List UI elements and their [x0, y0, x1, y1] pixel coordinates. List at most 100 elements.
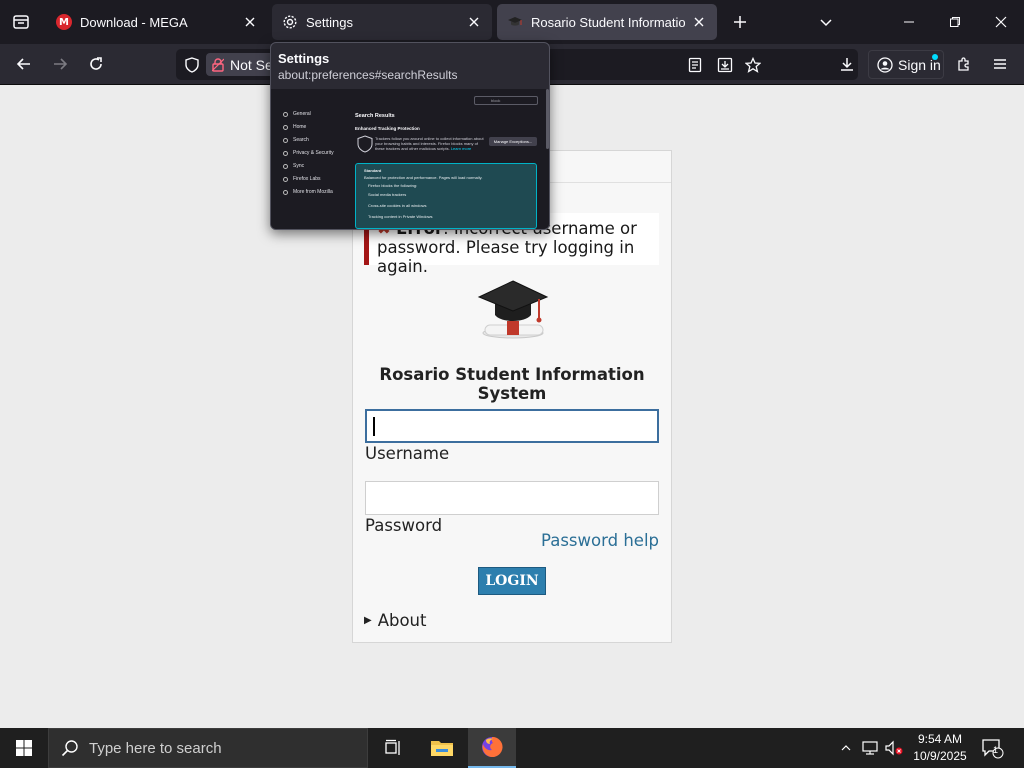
- folder-icon: [431, 741, 453, 756]
- volume-muted-icon[interactable]: [884, 738, 904, 758]
- menu-button[interactable]: [985, 50, 1015, 78]
- tab-settings[interactable]: Settings: [272, 4, 492, 40]
- login-button[interactable]: LOGIN: [478, 567, 546, 595]
- back-button[interactable]: [9, 50, 39, 78]
- extensions-button[interactable]: [949, 50, 979, 78]
- reader-view-icon[interactable]: [684, 54, 706, 76]
- gear-icon: [283, 15, 297, 29]
- about-toggle[interactable]: ▶ About: [364, 611, 427, 630]
- tracking-protection-shield-icon[interactable]: [182, 55, 202, 75]
- username-field[interactable]: [365, 409, 659, 443]
- new-tab-button[interactable]: [726, 8, 754, 36]
- close-window-button[interactable]: [978, 0, 1024, 44]
- graduation-cap-logo: [477, 277, 549, 345]
- password-label: Password: [365, 516, 443, 535]
- account-icon: [877, 56, 893, 73]
- list-all-tabs-button[interactable]: [812, 8, 840, 36]
- text-caret: [373, 417, 375, 436]
- system-clock[interactable]: 9:54 AM 10/9/2025: [908, 731, 972, 765]
- hamburger-icon: [994, 59, 1006, 69]
- preview-heading: Search Results: [355, 113, 395, 119]
- close-icon: [995, 16, 1007, 28]
- task-view-icon: [385, 739, 400, 755]
- preview-manage-button: Manage Exceptions...: [489, 137, 537, 146]
- windows-logo-icon: [16, 740, 32, 756]
- connection-label: Not Se: [230, 56, 273, 73]
- chevron-down-icon: [820, 19, 832, 27]
- lock-broken-icon: [212, 57, 224, 72]
- firefox-view-button[interactable]: [0, 0, 42, 44]
- notification-count: 1: [993, 745, 999, 755]
- forward-button[interactable]: [45, 50, 75, 78]
- notification-icon: [982, 739, 1004, 759]
- arrow-right-icon: [54, 58, 68, 70]
- tab-title: Download - MEGA: [80, 14, 188, 30]
- arrow-left-icon: [16, 58, 30, 70]
- preview-thumbnail: block General Home Search Privacy & Secu…: [271, 89, 549, 229]
- preview-standard-option: Standard Balanced for protection and per…: [355, 163, 537, 229]
- password-input[interactable]: [366, 482, 658, 514]
- about-label: About: [377, 611, 427, 630]
- disclosure-triangle-icon: ▶: [364, 615, 372, 626]
- close-tab-icon[interactable]: [691, 14, 707, 30]
- preview-search-field: block: [474, 96, 538, 105]
- notification-dot: [932, 54, 938, 60]
- preview-section: Enhanced Tracking Protection: [355, 126, 420, 131]
- clock-date: 10/9/2025: [913, 749, 967, 763]
- username-input[interactable]: [367, 411, 657, 441]
- tab-preview-popup: Settings about:preferences#searchResults…: [270, 42, 550, 230]
- preview-description: Trackers follow you around online to col…: [375, 136, 484, 151]
- minimize-icon: [904, 21, 914, 23]
- clock-time: 9:54 AM: [917, 732, 963, 746]
- taskbar-search-box[interactable]: Type here to search: [48, 728, 368, 768]
- preview-nav-item: Search: [283, 137, 353, 143]
- action-center-button[interactable]: 1: [978, 736, 1006, 760]
- reload-icon: [90, 57, 102, 70]
- mega-icon: M: [56, 14, 72, 30]
- preview-title: Settings: [278, 51, 330, 66]
- preview-nav-item: General: [283, 111, 353, 117]
- tab-bar: M Download - MEGA Settings Rosario Stude…: [0, 0, 1024, 44]
- file-explorer-button[interactable]: [418, 728, 466, 768]
- search-icon: [61, 740, 78, 757]
- save-page-icon[interactable]: [714, 54, 736, 76]
- plus-icon: [734, 16, 746, 28]
- task-view-button[interactable]: [368, 728, 416, 768]
- restore-button[interactable]: [932, 0, 978, 44]
- username-label: Username: [365, 444, 450, 463]
- show-hidden-icons-chevron-up-icon[interactable]: [836, 738, 856, 758]
- system-title: Rosario Student Information System: [379, 365, 645, 403]
- shield-icon: [357, 135, 373, 153]
- preview-scrollbar: [546, 89, 549, 149]
- password-help-link[interactable]: Password help: [541, 531, 659, 550]
- network-icon[interactable]: [860, 738, 880, 758]
- preview-url: about:preferences#searchResults: [278, 68, 458, 82]
- preview-nav-item: Privacy & Security: [283, 150, 353, 156]
- restore-icon: [950, 17, 960, 27]
- minimize-button[interactable]: [886, 0, 932, 44]
- bookmark-star-icon[interactable]: [742, 54, 764, 76]
- start-button[interactable]: [0, 728, 48, 768]
- tab-title: Rosario Student Information Sy: [531, 14, 685, 30]
- download-icon: [841, 58, 853, 71]
- tab-rosario[interactable]: Rosario Student Information Sy: [497, 4, 717, 40]
- preview-nav-item: Home: [283, 124, 353, 130]
- downloads-button[interactable]: [832, 50, 862, 78]
- reload-button[interactable]: [81, 50, 111, 78]
- preview-nav-item: Sync: [283, 163, 353, 169]
- tab-mega[interactable]: M Download - MEGA: [46, 4, 268, 40]
- close-tab-icon[interactable]: [466, 14, 482, 30]
- password-field[interactable]: [365, 481, 659, 515]
- puzzle-icon: [958, 57, 969, 71]
- close-tab-icon[interactable]: [242, 14, 258, 30]
- firefox-view-icon: [13, 15, 29, 29]
- preview-nav-item: More from Mozilla: [283, 189, 353, 195]
- preview-nav-item: Firefox Labs: [283, 176, 353, 182]
- search-placeholder: Type here to search: [89, 739, 222, 757]
- firefox-icon: [482, 736, 503, 757]
- windows-taskbar: Type here to search 9:54 AM 10/9/2025 1: [0, 728, 1024, 768]
- firefox-taskbar-button[interactable]: [468, 728, 516, 768]
- graduation-cap-icon: [507, 14, 523, 30]
- tab-title: Settings: [306, 14, 353, 30]
- sign-in-button[interactable]: Sign in: [868, 50, 944, 79]
